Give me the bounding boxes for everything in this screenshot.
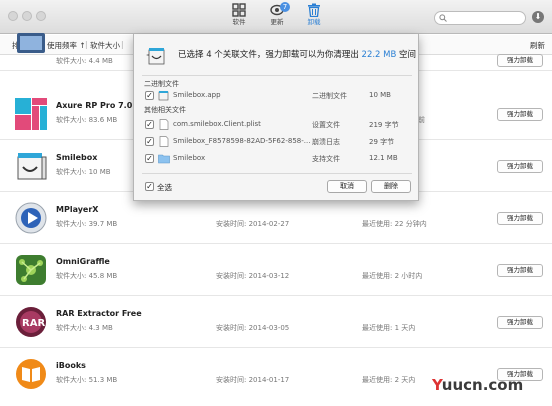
toolbar-uninstall-label: 卸载 [307, 18, 321, 26]
app-icon [15, 202, 47, 234]
file-row[interactable]: ✓ Smilebox_F8578598-82AD-5F62-858-... 崩溃… [134, 135, 420, 149]
search-icon [439, 14, 447, 22]
app-icon [17, 153, 47, 180]
app-size: 软件大小: 45.8 MB [56, 272, 118, 280]
watermark-y: Y [432, 376, 442, 394]
update-count-badge: 7 [280, 2, 290, 12]
binary-section-title: 二进制文件 [144, 80, 179, 88]
file-row[interactable]: ✓ Smilebox 支持文件 12.1 MB [134, 152, 420, 166]
trash-icon [308, 3, 320, 17]
dialog-headline: 已选择 4 个关联文件，强力卸载可以为你清理出 22.2 MB 空间 [178, 48, 416, 60]
search-input[interactable] [434, 11, 526, 25]
app-name: MPlayerX [56, 205, 99, 214]
app-size: 软件大小: 4.4 MB [56, 57, 113, 65]
file-name: com.smilebox.Client.plist [173, 120, 261, 128]
watermark-text: uucn.com [441, 376, 524, 394]
file-size: 12.1 MB [369, 154, 398, 162]
app-install-date: 安装时间: 2014-03-05 [216, 324, 290, 332]
headline-text: 已选择 4 个关联文件，强力卸载可以为你清理出 [178, 50, 362, 60]
app-last-used: 最近使用: 22 分钟内 [362, 220, 427, 228]
file-checkbox[interactable]: ✓ [145, 154, 154, 163]
toolbar-software-button[interactable]: 软件 [219, 3, 259, 31]
file-size: 10 MB [369, 91, 391, 99]
file-row[interactable]: ✓ Smilebox.app 二进制文件 10 MB [134, 89, 420, 103]
force-uninstall-button[interactable]: 强力卸载 [497, 316, 543, 329]
toolbar-software-label: 软件 [232, 18, 246, 26]
document-icon [159, 119, 169, 130]
app-install-date: 安装时间: 2014-01-17 [216, 376, 290, 384]
select-all-check[interactable]: ✓ [145, 182, 154, 191]
app-icon [146, 48, 165, 65]
toolbar-update-button[interactable]: 7 更新 [257, 2, 297, 31]
app-icon [158, 91, 169, 101]
divider [142, 173, 412, 174]
app-last-used: 最近使用: 2 天内 [362, 376, 416, 384]
list-item[interactable]: OmniGraffle 软件大小: 45.8 MB 安装时间: 2014-03-… [0, 244, 552, 296]
app-name: OmniGraffle [56, 257, 110, 266]
cancel-button[interactable]: 取消 [327, 180, 367, 193]
divider [142, 75, 412, 76]
close-window-button[interactable] [8, 11, 18, 21]
file-size: 29 字节 [369, 138, 395, 146]
app-install-date: 安装时间: 2014-02-27 [216, 220, 290, 228]
app-last-used: 最近使用: 2 小时内 [362, 272, 423, 280]
file-row[interactable]: ✓ com.smilebox.Client.plist 设置文件 219 字节 [134, 118, 420, 132]
app-name: iBooks [56, 361, 86, 370]
app-name: RAR Extractor Free [56, 309, 142, 318]
headline-size: 22.2 MB [361, 50, 397, 60]
file-type: 二进制文件 [312, 92, 347, 100]
force-uninstall-button[interactable]: 强力卸载 [497, 212, 543, 225]
force-uninstall-button[interactable]: 强力卸载 [497, 264, 543, 277]
toolbar-update-label: 更新 [270, 18, 284, 26]
zoom-window-button[interactable] [36, 11, 46, 21]
watermark: Yuucn.com [432, 376, 523, 394]
file-name: Smilebox_F8578598-82AD-5F62-858-... [173, 137, 311, 145]
force-uninstall-button[interactable]: 强力卸载 [497, 160, 543, 173]
document-icon [159, 136, 169, 147]
file-name: Smilebox [173, 154, 206, 162]
force-uninstall-button[interactable]: 强力卸载 [497, 54, 543, 67]
file-type: 崩溃日志 [312, 138, 340, 146]
app-size: 软件大小: 4.3 MB [56, 324, 113, 332]
svg-text:RAR: RAR [22, 318, 45, 329]
file-name: Smilebox.app [173, 91, 221, 99]
app-icon: RAR [16, 307, 46, 337]
other-section-title: 其他相关文件 [144, 106, 186, 114]
uninstall-dialog: 已选择 4 个关联文件，强力卸载可以为你清理出 22.2 MB 空间 二进制文件… [133, 34, 419, 201]
grid-icon [232, 3, 246, 17]
app-size: 软件大小: 39.7 MB [56, 220, 118, 228]
file-checkbox[interactable]: ✓ [145, 137, 154, 146]
app-name: Smilebox [56, 153, 98, 162]
delete-button[interactable]: 删除 [371, 180, 411, 193]
app-size: 软件大小: 83.6 MB [56, 116, 118, 124]
file-type: 支持文件 [312, 155, 340, 163]
app-icon [15, 98, 47, 130]
select-all-label: 全选 [157, 183, 172, 192]
app-size: 软件大小: 10 MB [56, 168, 111, 176]
force-uninstall-button[interactable]: 强力卸载 [497, 108, 543, 121]
file-type: 设置文件 [312, 121, 340, 129]
file-checkbox[interactable]: ✓ [145, 120, 154, 129]
file-size: 219 字节 [369, 121, 399, 129]
window-toolbar: 软件 7 更新 卸载 ⬇ [0, 0, 552, 34]
minimize-window-button[interactable] [22, 11, 32, 21]
folder-icon [158, 154, 170, 164]
download-icon[interactable]: ⬇ [532, 11, 544, 23]
app-icon [16, 255, 46, 285]
app-icon [17, 33, 45, 53]
app-size: 软件大小: 51.3 MB [56, 376, 118, 384]
headline-suffix: 空间 [396, 50, 417, 60]
app-last-used: 最近使用: 1 天内 [362, 324, 416, 332]
list-item[interactable]: RAR RAR Extractor Free 软件大小: 4.3 MB 安装时间… [0, 296, 552, 348]
toolbar-uninstall-button[interactable]: 卸载 [294, 3, 334, 31]
file-checkbox[interactable]: ✓ [145, 91, 154, 100]
app-install-date: 安装时间: 2014-03-12 [216, 272, 290, 280]
app-icon [16, 359, 46, 389]
